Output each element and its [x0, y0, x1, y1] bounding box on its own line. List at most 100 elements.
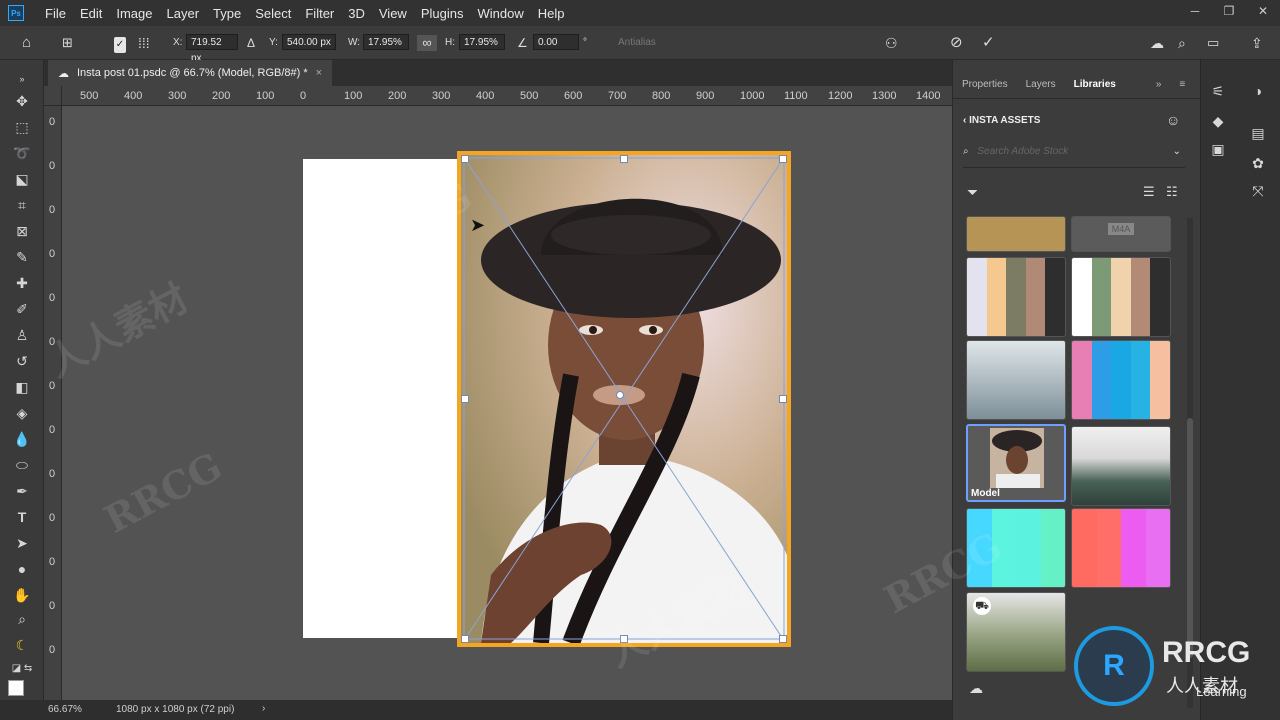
cloud-sync-icon[interactable]: ☁: [969, 680, 983, 697]
color-theme-4[interactable]: [966, 508, 1066, 588]
status-menu-icon[interactable]: ›: [262, 703, 265, 714]
menu-file[interactable]: File: [38, 6, 73, 21]
dodge-tool-icon[interactable]: ⬭: [11, 454, 33, 476]
tab-libraries[interactable]: Libraries: [1065, 72, 1125, 98]
menu-plugins[interactable]: Plugins: [414, 6, 471, 21]
library-item-forest[interactable]: [1071, 426, 1171, 506]
menu-filter[interactable]: Filter: [298, 6, 341, 21]
home-icon[interactable]: ⌂: [22, 35, 31, 51]
clone-stamp-icon[interactable]: ♙: [11, 324, 33, 346]
type-tool-icon[interactable]: T: [11, 506, 33, 528]
reference-point-checkbox[interactable]: ✓: [114, 37, 126, 53]
menu-3d[interactable]: 3D: [341, 6, 372, 21]
default-colors-icon[interactable]: ◪ ⇆: [11, 658, 33, 680]
ruler-horizontal[interactable]: 500 400 300 200 100 0 100 200 300 400 500 600 700 800…: [62, 86, 952, 106]
panel-scrollbar[interactable]: [1187, 218, 1193, 708]
library-invite-icon[interactable]: ☺: [1166, 112, 1180, 128]
transform-handle-bottom-right[interactable]: [779, 635, 787, 643]
panel-collapse-icon[interactable]: »: [11, 68, 33, 90]
paint-bucket-icon[interactable]: ◈: [11, 402, 33, 424]
canvas-area[interactable]: ➤: [62, 107, 952, 700]
share-icon[interactable]: ⇪: [1251, 35, 1263, 51]
cloud-user-icon[interactable]: ☁: [1150, 35, 1164, 51]
healing-brush-icon[interactable]: ✚: [11, 272, 33, 294]
library-item-top-left[interactable]: [966, 216, 1066, 252]
pen-tool-icon[interactable]: ✒: [11, 480, 33, 502]
link-proportions-icon[interactable]: ∞: [417, 35, 437, 51]
transform-handle-bottom-left[interactable]: [461, 635, 469, 643]
close-window-icon[interactable]: ✕: [1246, 0, 1280, 26]
object-select-tool-icon[interactable]: ⬕: [11, 168, 33, 190]
marquee-tool-icon[interactable]: ⬚: [11, 116, 33, 138]
interpolation-label[interactable]: Antialias: [618, 35, 656, 51]
patterns-icon[interactable]: ✿: [1247, 152, 1269, 174]
eyedropper-tool-icon[interactable]: ✎: [11, 246, 33, 268]
ruler-vertical[interactable]: 0 0 0 0 0 0 0 0 0 0 0 0 0: [44, 106, 62, 700]
width-field[interactable]: 17.95%: [363, 34, 409, 50]
zoom-level[interactable]: 66.67%: [48, 704, 82, 715]
restore-icon[interactable]: ❐: [1212, 0, 1246, 26]
transform-handle-top[interactable]: [620, 155, 628, 163]
layers-icon[interactable]: ◆: [1207, 110, 1229, 132]
filter-icon[interactable]: ⏷: [967, 184, 978, 201]
chevron-down-icon[interactable]: ⌄: [1173, 146, 1181, 157]
library-item-m4a[interactable]: M4A: [1071, 216, 1171, 252]
zoom-tool-icon[interactable]: ⌕: [11, 608, 33, 630]
menu-type[interactable]: Type: [206, 6, 248, 21]
height-field[interactable]: 17.95%: [459, 34, 505, 50]
frame-tool-icon[interactable]: ⊠: [11, 220, 33, 242]
model-layer-bounding-box[interactable]: [457, 151, 791, 647]
delta-icon[interactable]: Δ: [247, 35, 255, 51]
color-theme-5[interactable]: [1071, 508, 1171, 588]
lasso-tool-icon[interactable]: ➰: [11, 142, 33, 164]
hand-tool-icon[interactable]: ✋: [11, 584, 33, 606]
move-tool-preset-icon[interactable]: ⊞: [62, 35, 73, 51]
library-header[interactable]: ‹ INSTA ASSETS: [963, 115, 1040, 126]
list-view-icon[interactable]: ☷: [1166, 184, 1178, 200]
brush-tool-icon[interactable]: ✐: [11, 298, 33, 320]
path-select-icon[interactable]: ➤: [11, 532, 33, 554]
cancel-transform-icon[interactable]: ⊘: [950, 35, 963, 51]
library-item-landscape[interactable]: ⛟: [966, 592, 1066, 672]
sort-icon[interactable]: ☰: [1143, 184, 1155, 200]
stock-search-field[interactable]: ⌕ Search Adobe Stock ⌄: [963, 146, 1185, 168]
adjustments-icon[interactable]: ⚟: [1207, 80, 1229, 102]
history-brush-icon[interactable]: ↺: [11, 350, 33, 372]
library-item-model[interactable]: Model: [966, 424, 1066, 502]
crop-tool-icon[interactable]: ⌗: [11, 194, 33, 216]
y-field[interactable]: 540.00 px: [282, 34, 336, 50]
menu-layer[interactable]: Layer: [160, 6, 207, 21]
menu-help[interactable]: Help: [531, 6, 572, 21]
panel-collapse-icon[interactable]: »: [1147, 72, 1171, 98]
tab-properties[interactable]: Properties: [953, 72, 1017, 98]
search-icon[interactable]: ⌕: [1178, 35, 1186, 51]
color-theme-1[interactable]: [966, 257, 1066, 337]
menu-window[interactable]: Window: [470, 6, 530, 21]
transform-handle-bottom[interactable]: [620, 635, 628, 643]
foreground-color-swatch[interactable]: [8, 680, 24, 696]
eraser-tool-icon[interactable]: ◧: [11, 376, 33, 398]
tab-layers[interactable]: Layers: [1017, 72, 1065, 98]
commit-transform-icon[interactable]: ✓: [982, 35, 995, 51]
warp-mode-icon[interactable]: ⚇: [885, 35, 898, 51]
ellipse-tool-icon[interactable]: ●: [11, 558, 33, 580]
menu-select[interactable]: Select: [248, 6, 298, 21]
edit-toolbar-icon[interactable]: ☾: [11, 634, 33, 656]
menu-image[interactable]: Image: [109, 6, 159, 21]
color-theme-2[interactable]: [1071, 257, 1171, 337]
stock-cart-icon[interactable]: ⛟: [973, 597, 991, 615]
reference-point-grid-icon[interactable]: ⁞⁞⁞: [138, 35, 150, 51]
transform-handle-right[interactable]: [779, 395, 787, 403]
move-tool-icon[interactable]: ✥: [11, 90, 33, 112]
angle-field[interactable]: 0.00: [533, 34, 579, 50]
blur-tool-icon[interactable]: 💧: [11, 428, 33, 450]
menu-edit[interactable]: Edit: [73, 6, 109, 21]
transform-reference-point[interactable]: [616, 391, 624, 399]
menu-view[interactable]: View: [372, 6, 414, 21]
document-tab[interactable]: ☁ Insta post 01.psdc @ 66.7% (Model, RGB…: [48, 60, 333, 86]
minimize-icon[interactable]: ─: [1178, 0, 1212, 26]
scrollbar-thumb[interactable]: [1187, 418, 1193, 658]
transform-handle-top-left[interactable]: [461, 155, 469, 163]
panel-menu-icon[interactable]: ≡: [1170, 72, 1194, 98]
library-item-fog[interactable]: [966, 340, 1066, 420]
